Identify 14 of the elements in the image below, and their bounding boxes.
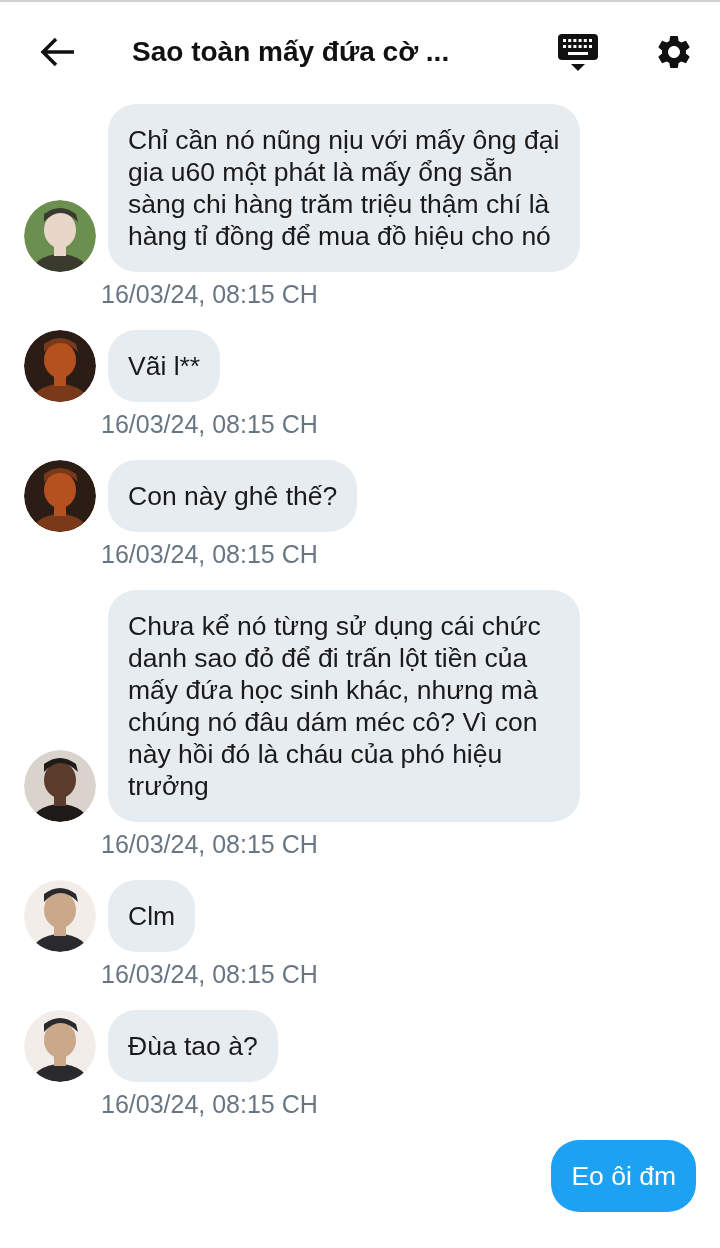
message-time: 16/03/24, 08:15 CH	[101, 409, 319, 440]
message-bubble: Vãi l**	[108, 330, 221, 402]
message-bubble: Đùa tao à?	[108, 1010, 278, 1082]
message-time: 16/03/24, 08:15 CH	[101, 959, 319, 990]
message-bubble: Eo ôi đm	[551, 1140, 696, 1212]
chat-title: Sao toàn mấy đứa cờ ...	[132, 36, 451, 68]
message-time: 16/03/24, 08:15 CH	[101, 539, 319, 570]
message-time: 16/03/24, 08:15 CH	[101, 279, 319, 310]
message-bubble: Chưa kể nó từng sử dụng cái chức danh sao đỏ để đi trấn lột tiền của mấy đứa học sinh khác, nhưng mà chúng nó đâu dám méc cô? Vì con này hồi đó là cháu của phó hiệu trưởng	[108, 590, 580, 822]
message-bubble: Con này ghê thế?	[108, 460, 358, 532]
message-time: 16/03/24, 08:15 CH	[101, 829, 319, 860]
message-bubble: Clm	[108, 880, 196, 952]
message-time: 16/03/24, 08:15 CH	[101, 1089, 319, 1120]
message-bubble: Chỉ cần nó nũng nịu với mấy ông đại gia u60 một phát là mấy ổng sẵn sàng chi hàng trăm triệu thậm chí là hàng tỉ đồng để mua đồ hiệu cho nó	[108, 104, 580, 272]
